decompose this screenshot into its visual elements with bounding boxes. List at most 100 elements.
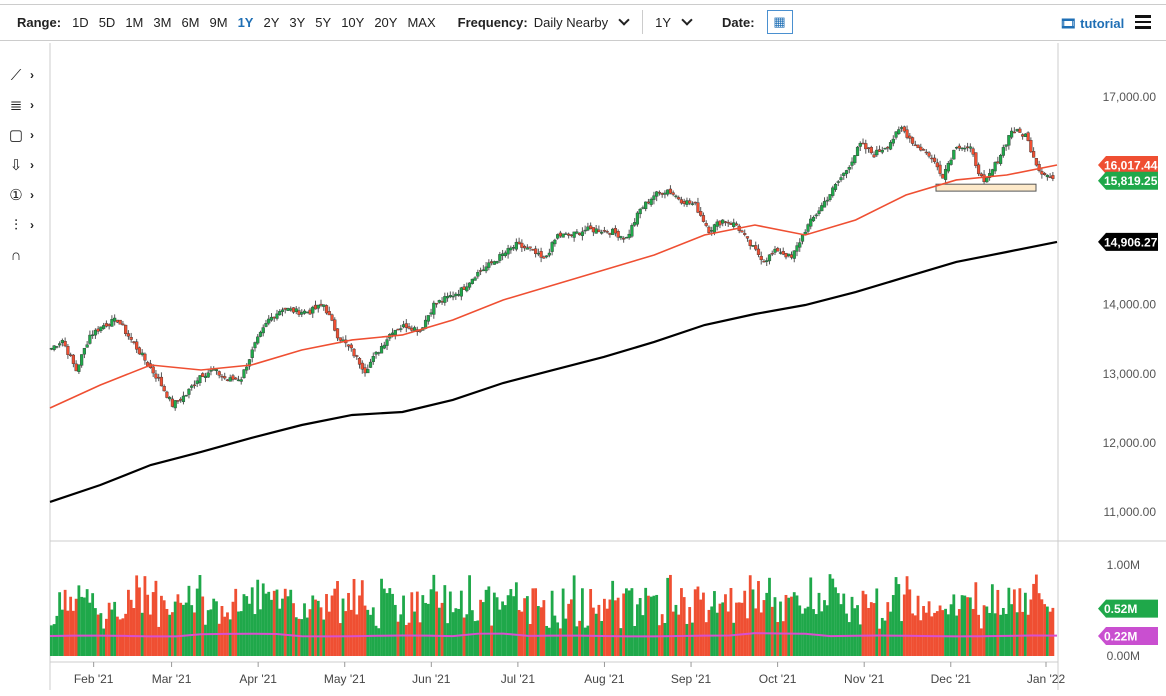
candle-up bbox=[787, 253, 791, 257]
volume-tick-label: 1.00M bbox=[1107, 558, 1140, 572]
volume-bar bbox=[625, 588, 628, 656]
candle-down bbox=[520, 242, 524, 248]
volume-bar bbox=[902, 594, 906, 656]
volume-bar bbox=[880, 617, 884, 656]
volume-bar bbox=[988, 612, 991, 656]
candle-down bbox=[162, 385, 166, 392]
volume-bar bbox=[996, 589, 1000, 656]
volume-bar bbox=[897, 584, 901, 656]
volume-bar bbox=[1034, 574, 1038, 656]
candle-up bbox=[985, 177, 989, 183]
volume-bar bbox=[853, 608, 857, 656]
volume-bar bbox=[492, 592, 496, 656]
volume-bar bbox=[58, 592, 62, 656]
volume-bar bbox=[644, 587, 648, 656]
volume-bar bbox=[371, 607, 375, 656]
candle-down bbox=[976, 164, 981, 175]
candle-down bbox=[622, 238, 626, 240]
volume-bar bbox=[171, 612, 174, 656]
candle-down bbox=[754, 245, 758, 250]
volume-bar bbox=[1018, 588, 1022, 656]
price-chart[interactable]: 17,000.00 14,000.00 13,000.00 12,000.00 11,0… bbox=[0, 0, 1166, 696]
ma200-line bbox=[49, 240, 1058, 504]
volume-bar bbox=[795, 595, 799, 656]
candle-down bbox=[701, 215, 706, 222]
volume-bar bbox=[839, 604, 843, 656]
volume-bar bbox=[468, 575, 471, 656]
volume-bar bbox=[407, 622, 411, 656]
candle-down bbox=[589, 225, 593, 230]
candle-down bbox=[338, 337, 342, 341]
candle-down bbox=[151, 366, 155, 374]
candle-down bbox=[118, 319, 122, 325]
candle-down bbox=[740, 230, 744, 233]
volume-bar bbox=[333, 588, 337, 656]
candle-down bbox=[567, 233, 571, 236]
volume-bar bbox=[647, 595, 650, 656]
volume-bar bbox=[944, 608, 947, 656]
candle-down bbox=[165, 391, 169, 398]
candle-up bbox=[633, 222, 637, 226]
volume-bar bbox=[1001, 607, 1005, 656]
candle-down bbox=[234, 377, 238, 380]
x-tick-label: May '21 bbox=[324, 672, 366, 686]
volume-bar bbox=[322, 619, 326, 656]
volume-bar bbox=[817, 592, 821, 656]
candle-down bbox=[1012, 131, 1016, 134]
candle-up bbox=[256, 336, 260, 344]
volume-bar bbox=[448, 591, 452, 656]
candle-up bbox=[512, 247, 516, 249]
candle-up bbox=[855, 146, 860, 156]
candle-up bbox=[888, 142, 893, 150]
volume-bar bbox=[580, 588, 584, 656]
candle-up bbox=[390, 332, 395, 335]
volume-bar bbox=[558, 628, 562, 656]
candle-up bbox=[110, 319, 114, 327]
candle-down bbox=[935, 162, 939, 168]
volume-bar bbox=[735, 602, 738, 656]
candle-up bbox=[652, 195, 656, 200]
candle-down bbox=[971, 148, 975, 155]
volume-bar bbox=[770, 606, 774, 656]
volume-bar bbox=[160, 595, 163, 656]
candle-up bbox=[847, 167, 851, 170]
volume-bar bbox=[952, 594, 956, 656]
candle-down bbox=[324, 305, 329, 314]
candle-down bbox=[646, 201, 651, 204]
volume-bar bbox=[858, 624, 862, 656]
volume-bar bbox=[91, 593, 95, 656]
volume-bar bbox=[66, 610, 70, 656]
candle-up bbox=[465, 286, 469, 292]
candle-up bbox=[140, 352, 144, 356]
candle-down bbox=[396, 328, 400, 331]
candle-up bbox=[1007, 135, 1011, 146]
volume-bar bbox=[924, 612, 928, 656]
candle-up bbox=[93, 329, 97, 336]
candle-up bbox=[666, 189, 670, 195]
candle-down bbox=[66, 346, 70, 355]
candle-up bbox=[239, 379, 243, 382]
volume-bar bbox=[63, 589, 67, 656]
volume-bar bbox=[303, 603, 306, 656]
volume-bar bbox=[184, 602, 188, 656]
volume-bar bbox=[245, 596, 249, 656]
candle-up bbox=[1023, 133, 1027, 137]
candle-down bbox=[96, 328, 100, 332]
candle-down bbox=[866, 147, 871, 149]
candle-up bbox=[168, 397, 172, 400]
x-tick-label: Oct '21 bbox=[759, 672, 797, 686]
candle-down bbox=[137, 347, 142, 355]
volume-bar bbox=[856, 605, 859, 656]
candle-up bbox=[891, 138, 895, 144]
volume-bar bbox=[415, 591, 419, 656]
volume-bar bbox=[146, 594, 150, 656]
candle-down bbox=[913, 144, 917, 147]
volume-bar bbox=[894, 577, 898, 656]
candle-up bbox=[470, 278, 474, 284]
candle-up bbox=[366, 369, 370, 374]
volume-bar bbox=[429, 589, 433, 656]
candle-down bbox=[528, 246, 532, 249]
volume-bar bbox=[633, 625, 637, 656]
candle-down bbox=[696, 202, 700, 213]
candle-up bbox=[498, 254, 502, 261]
